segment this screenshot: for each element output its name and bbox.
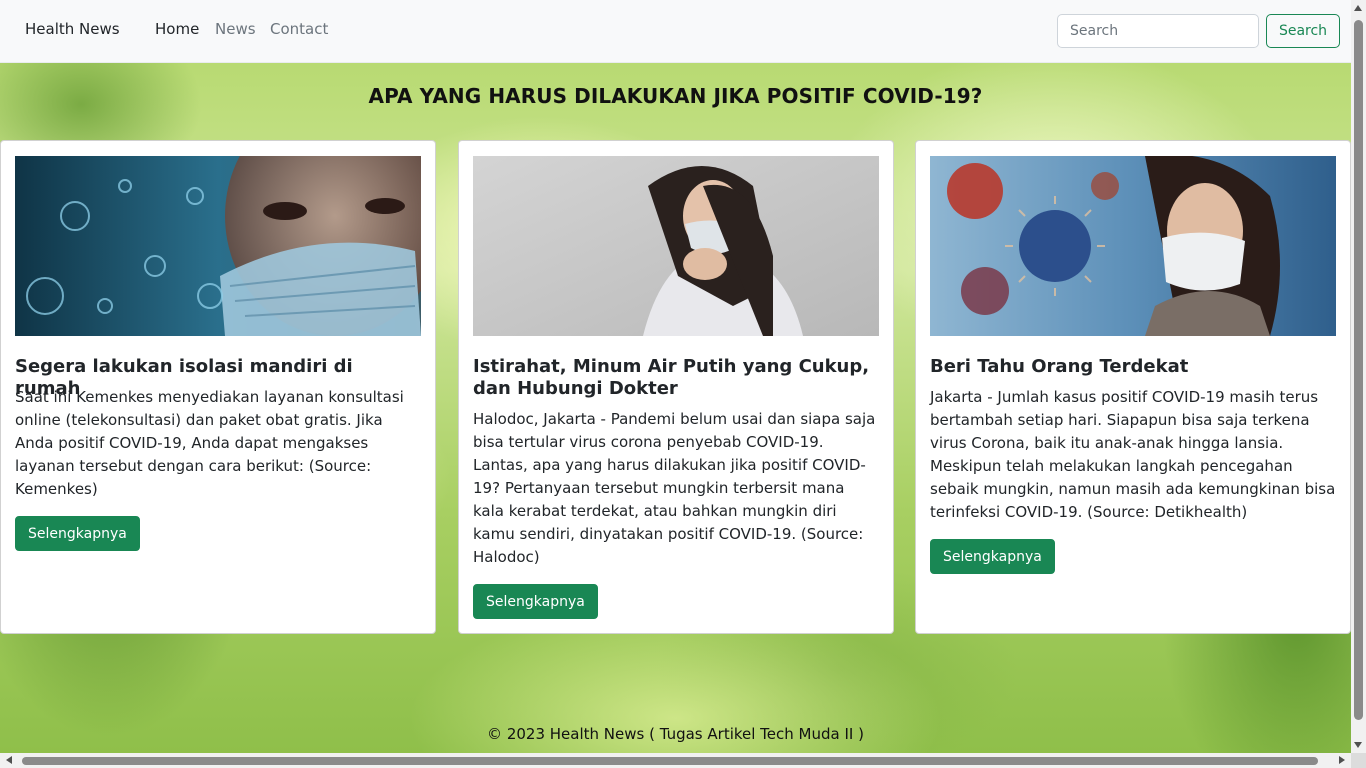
card-text: Halodoc, Jakarta - Pandemi belum usai da… [473, 410, 876, 566]
scrollbar-corner [1351, 753, 1366, 768]
vertical-scroll-thumb[interactable] [1354, 20, 1363, 720]
footer: © 2023 Health News ( Tugas Artikel Tech … [487, 725, 864, 743]
card-image [473, 156, 879, 336]
read-more-button[interactable]: Selengkapnya [930, 539, 1055, 574]
horizontal-scroll-thumb[interactable] [22, 757, 1318, 765]
card-text: Saat ini Kemenkes menyediakan layanan ko… [15, 388, 404, 498]
horizontal-scrollbar[interactable] [0, 753, 1351, 768]
scroll-left-arrow-icon[interactable] [6, 756, 12, 764]
card-title: Beri Tahu Orang Terdekat [930, 356, 1189, 377]
card-image [15, 156, 421, 336]
card-image [930, 156, 1336, 336]
read-more-button[interactable]: Selengkapnya [15, 516, 140, 551]
search-input[interactable] [1057, 14, 1259, 48]
scroll-down-arrow-icon[interactable] [1354, 742, 1362, 748]
card-title: Istirahat, Minum Air Putih yang Cukup, d… [473, 356, 870, 399]
page-title: APA YANG HARUS DILAKUKAN JIKA POSITIF CO… [368, 84, 983, 108]
scroll-up-arrow-icon[interactable] [1354, 5, 1362, 11]
article-card: Segera lakukan isolasi mandiri di rumah … [0, 140, 436, 634]
navbar: Health News Home News Contact Search [0, 0, 1351, 63]
scroll-right-arrow-icon[interactable] [1339, 756, 1345, 764]
search-button[interactable]: Search [1266, 14, 1340, 48]
read-more-button[interactable]: Selengkapnya [473, 584, 598, 619]
nav-link-news[interactable]: News [215, 20, 256, 38]
card-text: Jakarta - Jumlah kasus positif COVID-19 … [930, 388, 1336, 521]
article-card: Beri Tahu Orang Terdekat Jakarta - Jumla… [915, 140, 1351, 634]
hero-section: APA YANG HARUS DILAKUKAN JIKA POSITIF CO… [0, 63, 1351, 753]
navbar-brand[interactable]: Health News [25, 20, 120, 38]
vertical-scrollbar[interactable] [1351, 0, 1366, 753]
nav-link-home[interactable]: Home [155, 20, 199, 38]
nav-link-contact[interactable]: Contact [270, 20, 328, 38]
article-card: Istirahat, Minum Air Putih yang Cukup, d… [458, 140, 894, 634]
